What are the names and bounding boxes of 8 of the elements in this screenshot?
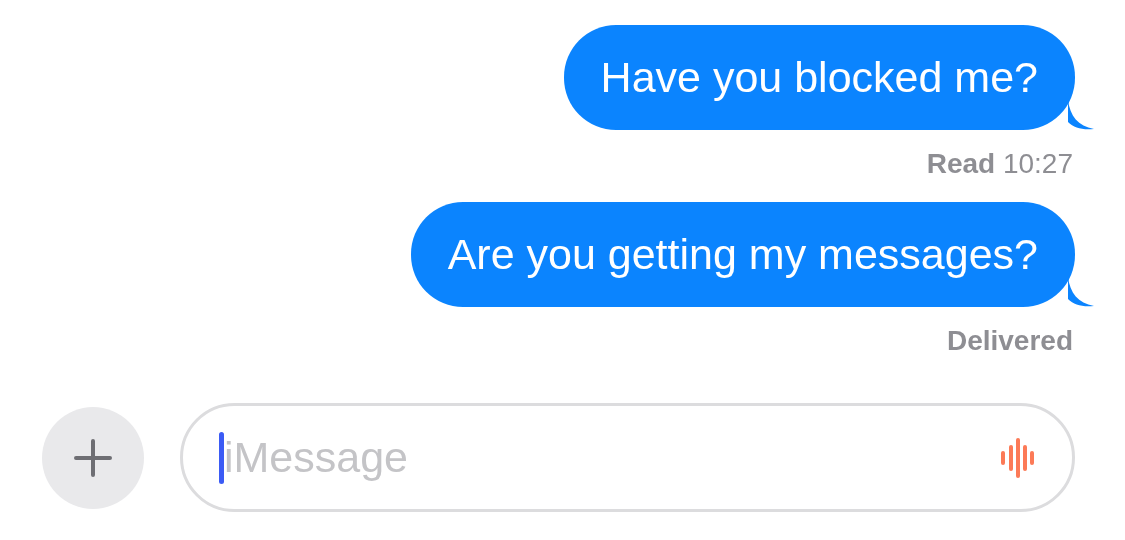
bubble-tail — [1068, 100, 1094, 130]
message-field[interactable]: iMessage — [180, 403, 1075, 512]
bubble-tail — [1068, 277, 1094, 307]
receipt-status: Read 10:27 — [926, 148, 1073, 180]
message-input[interactable]: iMessage — [224, 433, 1000, 482]
receipt-status: Delivered — [946, 325, 1073, 357]
plus-icon — [73, 437, 113, 478]
waveform-icon[interactable] — [1000, 437, 1036, 478]
